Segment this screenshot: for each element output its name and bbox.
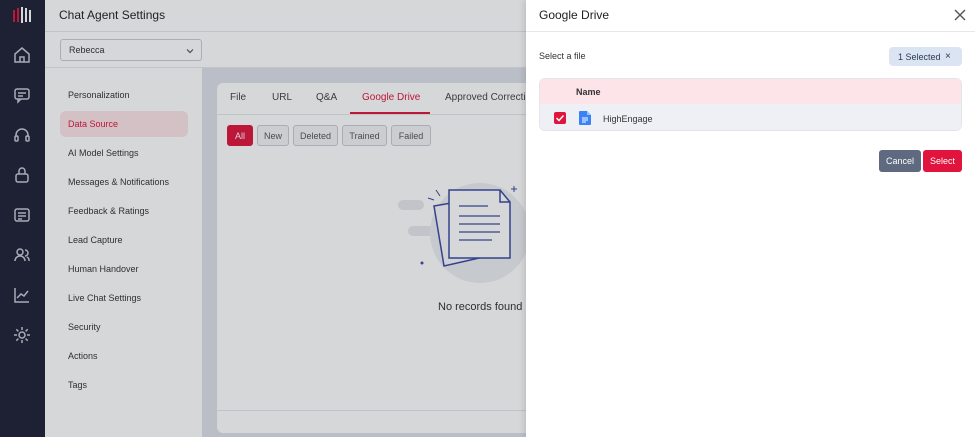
- selected-count-text: 1 Selected: [898, 52, 941, 62]
- drawer-title: Google Drive: [539, 8, 610, 22]
- clear-selection-icon[interactable]: ×: [945, 51, 951, 62]
- file-table: Name HighEngage: [539, 78, 962, 131]
- table-header: Name: [540, 79, 961, 104]
- table-row[interactable]: HighEngage: [540, 104, 961, 130]
- close-icon[interactable]: [953, 8, 967, 22]
- cancel-button[interactable]: Cancel: [879, 150, 921, 172]
- select-file-label: Select a file: [539, 51, 586, 61]
- column-header-name: Name: [576, 87, 601, 97]
- checkbox-checked[interactable]: [554, 112, 566, 124]
- google-doc-icon: [579, 111, 591, 125]
- file-name: HighEngage: [603, 114, 653, 124]
- select-button[interactable]: Select: [923, 150, 962, 172]
- drawer-header: Google Drive: [526, 0, 975, 32]
- selected-count-badge: 1 Selected ×: [889, 47, 962, 66]
- modal-backdrop[interactable]: [0, 0, 526, 437]
- google-drive-drawer: Google Drive Select a file 1 Selected × …: [526, 0, 975, 437]
